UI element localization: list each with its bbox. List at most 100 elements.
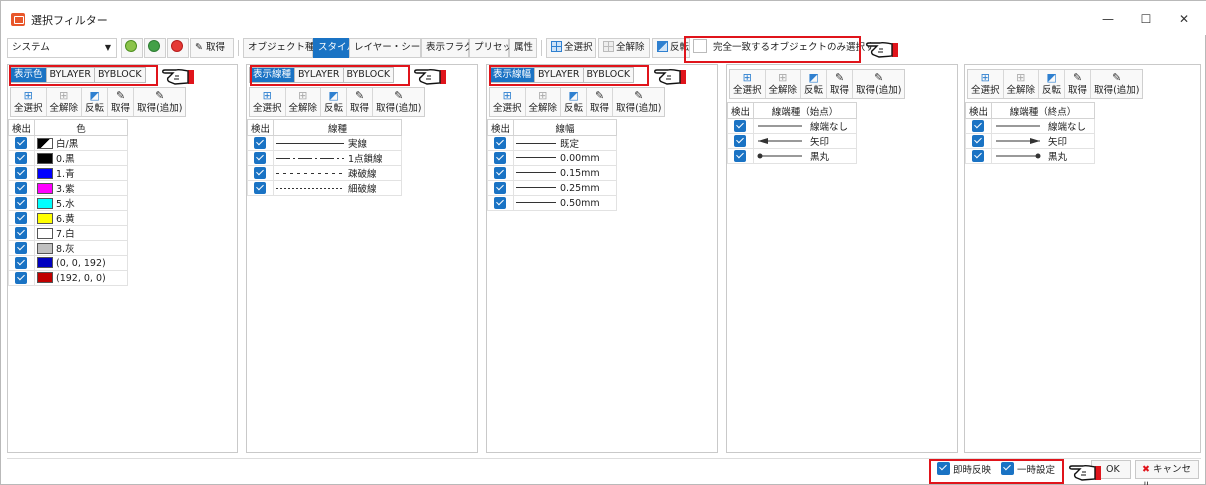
line-end-row[interactable]: 線端なし	[727, 118, 857, 134]
get-add-button[interactable]: ✎ 取得(追加)	[613, 88, 664, 116]
detect-checkbox[interactable]	[15, 211, 27, 224]
get-button[interactable]: ✎ 取得	[1065, 70, 1092, 98]
toolbar-get-button[interactable]: ✎ 取得	[190, 38, 234, 58]
toolbar-select-all-button[interactable]: 全選択	[546, 38, 596, 58]
detect-cell	[8, 195, 35, 211]
invert-button[interactable]: ◩ 反転	[561, 88, 588, 116]
detect-checkbox[interactable]	[15, 166, 27, 179]
refresh-button[interactable]	[121, 38, 143, 58]
lineweight-row[interactable]: 既定	[487, 135, 617, 151]
select-all-button[interactable]: ⊞ 全選択	[250, 88, 286, 116]
close-button[interactable]: ✕	[1169, 9, 1199, 29]
color-row[interactable]: 6.黄	[8, 210, 128, 226]
detect-checkbox[interactable]	[972, 149, 984, 162]
linetype-row[interactable]: 実線	[247, 135, 402, 151]
line-none-icon	[996, 125, 1040, 127]
select-all-button[interactable]: ⊞ 全選択	[490, 88, 526, 116]
detect-checkbox[interactable]	[254, 136, 266, 149]
lineweight-row[interactable]: 0.25mm	[487, 180, 617, 196]
tab-style[interactable]: スタイル	[313, 38, 356, 58]
detect-checkbox[interactable]	[972, 119, 984, 132]
add-preset-button[interactable]	[144, 38, 166, 58]
get-button[interactable]: ✎ 取得	[347, 88, 374, 116]
color-row[interactable]: 3.紫	[8, 180, 128, 196]
select-all-button[interactable]: ⊞ 全選択	[730, 70, 766, 98]
remove-preset-button[interactable]	[167, 38, 189, 58]
tab-object-type[interactable]: オブジェクト種別	[243, 38, 324, 58]
detect-checkbox[interactable]	[254, 151, 266, 164]
tab-layer-sheet[interactable]: レイヤー・シート	[349, 38, 430, 58]
deselect-all-button[interactable]: ⊞ 全解除	[286, 88, 322, 116]
detect-checkbox[interactable]	[15, 271, 27, 284]
toolbar-deselect-all-button[interactable]: 全解除	[598, 38, 650, 58]
color-cell: (0, 0, 192)	[34, 255, 128, 271]
deselect-all-button[interactable]: ⊞ 全解除	[47, 88, 83, 116]
tab-preset[interactable]: プリセット	[469, 38, 522, 58]
color-row[interactable]: (192, 0, 0)	[8, 270, 128, 286]
get-button[interactable]: ✎ 取得	[108, 88, 135, 116]
deselect-all-button[interactable]: ⊞ 全解除	[766, 70, 802, 98]
invert-button[interactable]: ◩ 反転	[82, 88, 109, 116]
lineweight-row[interactable]: 0.00mm	[487, 150, 617, 166]
invert-button[interactable]: ◩ 反転	[801, 70, 828, 98]
line-end-row[interactable]: 黒丸	[965, 148, 1095, 164]
detect-checkbox[interactable]	[494, 196, 506, 209]
detect-checkbox[interactable]	[15, 226, 27, 239]
lineweight-row[interactable]: 0.50mm	[487, 195, 617, 211]
maximize-button[interactable]: ☐	[1131, 9, 1161, 29]
system-select[interactable]: システム ▼	[7, 38, 117, 58]
get-add-button[interactable]: ✎ 取得(追加)	[853, 70, 904, 98]
color-row[interactable]: 7.白	[8, 225, 128, 241]
detect-checkbox[interactable]	[734, 134, 746, 147]
linetype-row[interactable]: 1点鎖線	[247, 150, 402, 166]
cancel-button[interactable]: ✖ キャンセル	[1135, 460, 1199, 485]
minimize-button[interactable]: —	[1093, 9, 1123, 29]
color-row[interactable]: 1.青	[8, 165, 128, 181]
detect-checkbox[interactable]	[494, 181, 506, 194]
invert-button[interactable]: ◩ 反転	[1039, 70, 1066, 98]
line-end-cell: 矢印	[753, 133, 857, 149]
line-end-row[interactable]: 矢印	[965, 133, 1095, 149]
select-all-button[interactable]: ⊞ 全選択	[968, 70, 1004, 98]
color-row[interactable]: 白/黒	[8, 135, 128, 151]
deselect-all-button[interactable]: ⊞ 全解除	[526, 88, 562, 116]
get-add-button[interactable]: ✎ 取得(追加)	[1091, 70, 1142, 98]
detect-cell	[487, 180, 514, 196]
detect-checkbox[interactable]	[734, 119, 746, 132]
detect-checkbox[interactable]	[494, 151, 506, 164]
get-button[interactable]: ✎ 取得	[587, 88, 614, 116]
detect-cell	[727, 118, 754, 134]
detect-checkbox[interactable]	[254, 166, 266, 179]
color-row[interactable]: 8.灰	[8, 240, 128, 256]
select-all-button[interactable]: ⊞ 全選択	[11, 88, 47, 116]
color-row[interactable]: (0, 0, 192)	[8, 255, 128, 271]
invert-button[interactable]: ◩ 反転	[321, 88, 348, 116]
detect-checkbox[interactable]	[494, 136, 506, 149]
lineweight-row[interactable]: 0.15mm	[487, 165, 617, 181]
detect-checkbox[interactable]	[15, 151, 27, 164]
get-add-button[interactable]: ✎ 取得(追加)	[134, 88, 185, 116]
line-end-row[interactable]: 線端なし	[965, 118, 1095, 134]
get-button[interactable]: ✎ 取得	[827, 70, 854, 98]
detect-checkbox[interactable]	[972, 134, 984, 147]
get-add-button[interactable]: ✎ 取得(追加)	[373, 88, 424, 116]
detect-checkbox[interactable]	[254, 181, 266, 194]
linetype-row[interactable]: 細破線	[247, 180, 402, 196]
eyedropper-icon: ✎	[1072, 71, 1083, 84]
detect-checkbox[interactable]	[15, 256, 27, 269]
detect-checkbox[interactable]	[15, 181, 27, 194]
detect-checkbox[interactable]	[494, 166, 506, 179]
detect-checkbox[interactable]	[15, 241, 27, 254]
color-row[interactable]: 5.水	[8, 195, 128, 211]
detect-checkbox[interactable]	[15, 136, 27, 149]
deselect-all-button[interactable]: ⊞ 全解除	[1004, 70, 1040, 98]
tab-display-flag[interactable]: 表示フラグ	[421, 38, 474, 58]
linetype-row[interactable]: 疎破線	[247, 165, 402, 181]
detect-checkbox[interactable]	[15, 196, 27, 209]
detect-checkbox[interactable]	[734, 149, 746, 162]
line-end-row[interactable]: 黒丸	[727, 148, 857, 164]
line-end-row[interactable]: 矢印	[727, 133, 857, 149]
color-row[interactable]: 0.黒	[8, 150, 128, 166]
tab-attribute[interactable]: 属性	[509, 38, 537, 58]
highlight-box	[9, 65, 158, 86]
